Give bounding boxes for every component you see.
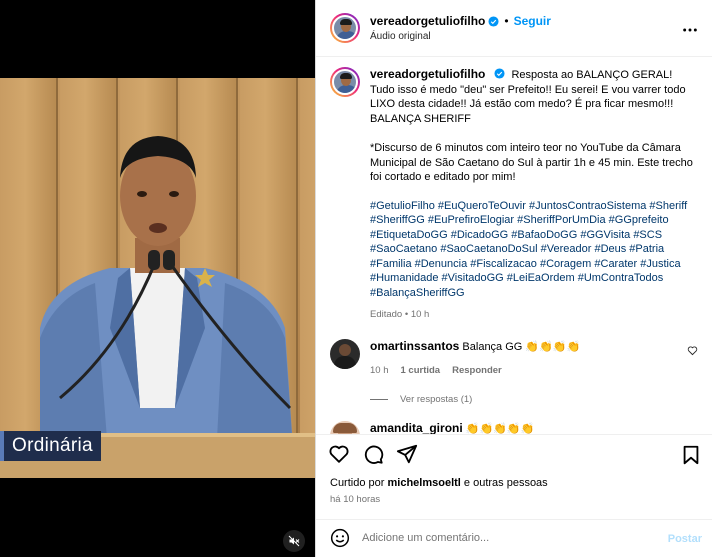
liked-by-prefix: Curtido por xyxy=(330,476,385,489)
caption-hashtags[interactable]: #GetulioFilho #EuQueroTeOuvir #JuntosCon… xyxy=(370,199,698,301)
action-bar xyxy=(316,434,712,472)
commenter-username[interactable]: omartinssantos xyxy=(370,339,459,353)
reply-button[interactable]: Responder xyxy=(452,364,502,378)
comment-bubble-icon[interactable] xyxy=(362,443,384,465)
bookmark-icon[interactable] xyxy=(680,444,702,466)
comment-text: 👏👏👏👏👏 xyxy=(465,422,535,435)
post-header: vereadorgetuliofilho • Seguir Áudio orig… xyxy=(316,0,712,58)
comments-scroll-area[interactable]: vereadorgetuliofilho Resposta ao BALANÇO… xyxy=(316,57,712,435)
commenter-username[interactable]: amandita_gironi xyxy=(370,421,463,434)
caption-paragraph: *Discurso de 6 minutos com inteiro teor … xyxy=(370,142,693,184)
caption-meta: Editado • 10 h xyxy=(370,309,430,321)
video-lower-third: Ordinária xyxy=(0,431,101,461)
commenter-avatar[interactable] xyxy=(330,338,360,369)
share-send-icon[interactable] xyxy=(396,443,418,465)
video-player[interactable]: Ordinária xyxy=(0,0,315,557)
instagram-post-view: Ordinária vereadorgetuliofilho • Seguir … xyxy=(0,0,712,557)
follow-button[interactable]: Seguir xyxy=(514,14,551,28)
verified-badge-icon xyxy=(494,68,505,79)
speaker-muted-icon xyxy=(288,535,300,547)
caption-author-avatar[interactable] xyxy=(330,67,360,98)
comment-composer: Postar xyxy=(316,518,712,557)
liked-by: Curtido por michelmsoeltl e outras pesso… xyxy=(316,477,712,489)
comment-text: Balança GG 👏👏👏👏 xyxy=(462,340,581,353)
separator-dot: • xyxy=(504,14,509,29)
post-timestamp[interactable]: há 10 horas xyxy=(316,494,712,505)
more-options-icon[interactable] xyxy=(682,22,698,38)
heart-outline-icon[interactable] xyxy=(687,345,698,356)
post-side-panel: vereadorgetuliofilho • Seguir Áudio orig… xyxy=(315,0,712,557)
video-frame: Ordinária xyxy=(0,78,315,478)
comment-input[interactable] xyxy=(362,532,642,545)
speaker-figure xyxy=(0,136,315,478)
verified-badge-icon xyxy=(488,16,499,27)
view-replies-label: Ver respostas (1) xyxy=(400,393,473,405)
like-heart-icon[interactable] xyxy=(328,443,350,465)
caption: vereadorgetuliofilho Resposta ao BALANÇO… xyxy=(330,67,698,323)
comment-time: 10 h xyxy=(370,364,389,376)
emoji-icon[interactable] xyxy=(330,528,350,548)
author-avatar[interactable] xyxy=(330,13,360,44)
audio-label[interactable]: Áudio original xyxy=(370,31,551,42)
comment-likes[interactable]: 1 curtida xyxy=(401,364,441,378)
liked-by-suffix[interactable]: e outras pessoas xyxy=(464,477,548,489)
comment-item: omartinssantos Balança GG 👏👏👏👏 10 h 1 cu… xyxy=(330,338,698,378)
author-username[interactable]: vereadorgetuliofilho xyxy=(370,14,485,28)
mute-button[interactable] xyxy=(283,530,305,552)
view-replies-button[interactable]: Ver respostas (1) xyxy=(370,394,698,405)
liked-by-user[interactable]: michelmsoeltl xyxy=(387,477,460,489)
caption-author-username[interactable]: vereadorgetuliofilho xyxy=(370,67,485,81)
commenter-avatar[interactable] xyxy=(330,420,360,435)
post-comment-button[interactable]: Postar xyxy=(668,533,702,545)
comment-item: amandita_gironi 👏👏👏👏👏 xyxy=(330,420,698,435)
